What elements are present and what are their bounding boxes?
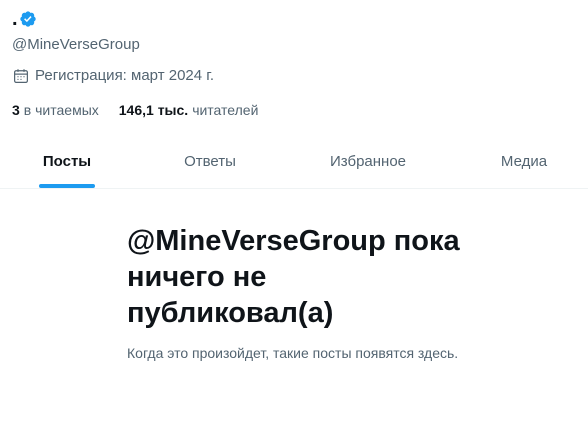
display-name: . (12, 8, 18, 30)
calendar-icon (12, 67, 30, 85)
active-tab-indicator (39, 184, 95, 188)
following-label: в читаемых (23, 102, 99, 118)
tab-replies[interactable]: Ответы (172, 134, 248, 188)
following-count: 3 (12, 102, 20, 118)
followers-link[interactable]: 146,1 тыс. читателей (119, 100, 259, 120)
empty-state-title: @MineVerseGroup пока ничего не публикова… (127, 225, 460, 329)
tab-media-label: Медиа (500, 152, 548, 170)
following-link[interactable]: 3 в читаемых (12, 100, 99, 120)
followers-count: 146,1 тыс. (118, 102, 189, 118)
profile-stats: 3 в читаемых 146,1 тыс. читателей (12, 100, 258, 120)
profile-handle: @MineVerseGroup (12, 36, 140, 53)
tab-posts-label: Посты (42, 152, 92, 170)
tab-likes-label: Избранное (329, 152, 407, 170)
profile-tabs: Посты Ответы Избранное Медиа (0, 134, 588, 189)
profile-name-row: . (12, 6, 37, 32)
join-date-text: Регистрация: март 2024 г. (35, 67, 215, 84)
tab-replies-label: Ответы (184, 152, 236, 170)
verified-badge-icon[interactable] (19, 10, 37, 28)
followers-label: читателей (192, 102, 259, 118)
tab-posts[interactable]: Посты (39, 134, 95, 188)
empty-state: @MineVerseGroup пока ничего не публикова… (127, 223, 463, 363)
tab-likes[interactable]: Избранное (318, 134, 418, 188)
join-date: Регистрация: март 2024 г. (12, 66, 214, 86)
empty-state-text: Когда это произойдет, такие посты появят… (127, 345, 459, 361)
tab-media[interactable]: Медиа (492, 134, 556, 188)
